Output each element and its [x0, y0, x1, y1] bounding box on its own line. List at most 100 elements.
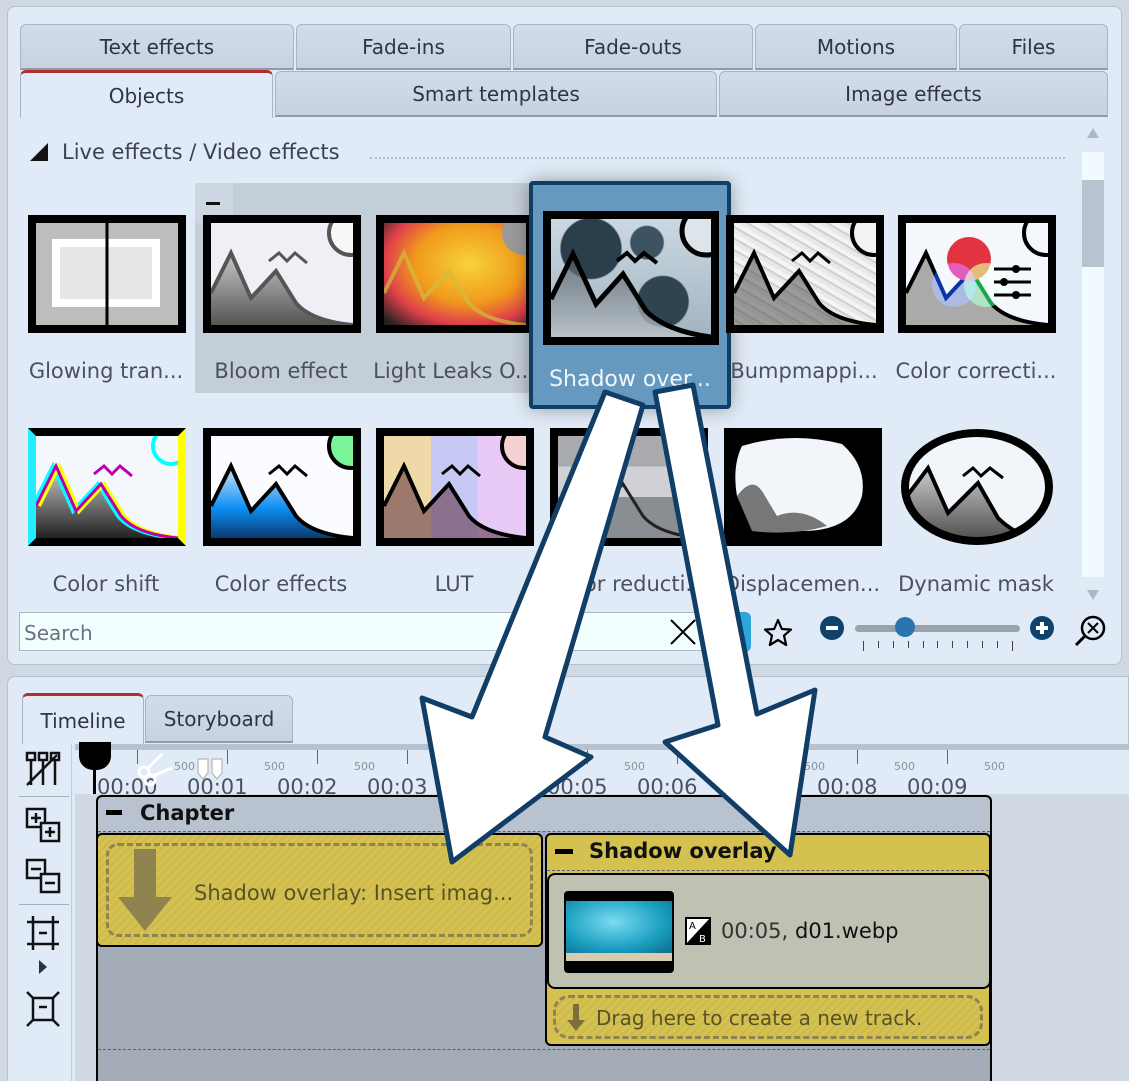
zoom-in-icon[interactable]	[1030, 616, 1054, 640]
tab-files[interactable]: Files	[959, 24, 1108, 70]
drop-down-arrow-icon	[567, 1004, 585, 1031]
ruler-tick	[857, 750, 858, 764]
effect-color-effects[interactable]: Color effects	[195, 396, 367, 596]
effect-shadow-overlay[interactable]: Shadow over...	[529, 181, 731, 409]
scroll-down-arrow[interactable]	[1087, 590, 1099, 600]
overlay-collapse-icon[interactable]	[555, 849, 573, 854]
effect-displacement[interactable]: Displacemen...	[716, 396, 888, 596]
collapse-triangle-icon[interactable]	[30, 143, 48, 161]
tab-timeline[interactable]: Timeline	[22, 693, 144, 745]
clear-search-icon[interactable]	[668, 617, 698, 647]
color-reduction-icon	[550, 428, 708, 546]
ruler-half-label: 500	[264, 760, 285, 773]
effect-dynamic-mask[interactable]: Dynamic mask	[890, 396, 1062, 596]
clip-filename: d01.webp	[795, 919, 899, 943]
fit-track-height-icon[interactable]	[24, 990, 62, 1028]
overlay-header[interactable]: Shadow overlay	[547, 835, 989, 871]
ruler-tick	[407, 750, 408, 764]
ruler-tick	[947, 750, 948, 764]
tab-fade-outs[interactable]: Fade-outs	[513, 24, 753, 70]
ruler-tick	[497, 750, 498, 764]
chapter-title: Chapter	[140, 801, 235, 825]
effect-color-shift[interactable]: Color shift	[20, 396, 192, 596]
placeholder-clip[interactable]: Shadow overlay: Insert imag...	[96, 833, 543, 947]
tab-image-effects[interactable]: Image effects	[719, 71, 1108, 117]
ruler-half-label: 500	[354, 760, 375, 773]
scrollbar-thumb[interactable]	[1082, 180, 1104, 267]
section-header[interactable]: Live effects / Video effects	[30, 140, 340, 164]
color-correction-icon	[898, 215, 1056, 333]
tab-objects[interactable]: Objects	[20, 70, 273, 118]
effect-color-correction[interactable]: Color correcti...	[890, 183, 1062, 383]
tab-storyboard[interactable]: Storyboard	[145, 695, 293, 743]
filter-toggle-button[interactable]	[703, 612, 751, 652]
ruler-half-label: 500	[804, 760, 825, 773]
marker-icon[interactable]	[196, 757, 228, 781]
tab-motions[interactable]: Motions	[755, 24, 957, 70]
bloom-effect-icon	[203, 215, 361, 333]
displacement-icon	[724, 428, 882, 546]
split-tracks-icon[interactable]	[24, 750, 62, 788]
chapter-collapse-icon[interactable]	[106, 810, 122, 815]
slider-handle[interactable]	[894, 617, 915, 637]
search-field[interactable]	[19, 612, 703, 651]
placeholder-text: Shadow overlay: Insert imag...	[194, 881, 514, 905]
expand-all-icon[interactable]	[24, 806, 62, 844]
tab-text-effects[interactable]: Text effects	[20, 24, 294, 70]
ruler-tick	[317, 750, 318, 764]
zoom-out-icon[interactable]	[820, 616, 844, 640]
tab-label: Text effects	[99, 34, 215, 59]
time-ruler[interactable]: 500 00:00 500 00:01 500 00:02 500 00:03 500 00:04…	[75, 744, 1129, 799]
effect-label: Bloom effect	[214, 359, 348, 383]
ruler-half-label: 500	[534, 760, 555, 773]
tab-fade-ins[interactable]: Fade-ins	[296, 24, 511, 70]
effect-label: Displacemen...	[723, 572, 881, 596]
tab-smart-templates[interactable]: Smart templates	[275, 71, 717, 117]
tab-label: Image effects	[845, 81, 982, 106]
effect-light-leaks[interactable]: Light Leaks O...	[368, 183, 540, 383]
tab-label: Motions	[816, 34, 896, 59]
shadow-overlay-group[interactable]: Shadow overlay AB 00:05, d01.webp Drag h…	[545, 833, 991, 1046]
slider-ticks	[863, 641, 1013, 651]
effect-bloom[interactable]: Bloom effect	[195, 183, 367, 383]
collapse-all-icon[interactable]	[24, 857, 62, 895]
effect-bumpmapping[interactable]: Bumpmappi...	[718, 183, 890, 383]
section-divider	[370, 157, 1065, 159]
effect-glowing-transition[interactable]: Glowing tran...	[20, 183, 192, 383]
clip-thumbnail	[564, 891, 674, 973]
tab-label: Files	[1011, 34, 1056, 59]
effect-label: Color effects	[214, 572, 348, 596]
bumpmapping-icon	[726, 215, 884, 333]
media-clip[interactable]: AB 00:05, d01.webp	[547, 873, 991, 989]
effect-lut[interactable]: LUT	[368, 396, 540, 596]
ruler-half-label: 500	[624, 760, 645, 773]
ruler-tick	[677, 750, 678, 764]
timeline-toolbar	[22, 744, 72, 1081]
chapter-header[interactable]: Chapter	[98, 797, 990, 832]
insert-down-arrow-icon	[118, 849, 172, 931]
dynamic-mask-icon	[898, 428, 1056, 546]
effect-label: LUT	[434, 572, 474, 596]
playhead-handle[interactable]	[79, 742, 111, 770]
new-track-drop-zone[interactable]: Drag here to create a new track.	[553, 995, 983, 1039]
ruler-half-label: 500	[444, 760, 465, 773]
effect-label: Glowing tran...	[28, 359, 184, 383]
transition-ab-icon[interactable]: AB	[685, 917, 711, 945]
lut-icon	[376, 428, 534, 546]
clip-duration: 00:05,	[721, 919, 789, 943]
toolbar-divider	[19, 796, 69, 797]
expand-menu-arrow-icon[interactable]	[39, 960, 47, 974]
effect-label: Light Leaks O...	[373, 359, 535, 383]
color-shift-icon	[28, 428, 186, 546]
effect-label: Shadow over...	[549, 367, 711, 392]
scissors-icon[interactable]	[134, 752, 174, 786]
shrink-track-height-icon[interactable]	[24, 914, 62, 952]
zoom-fit-icon[interactable]	[1073, 614, 1107, 648]
thumbnail-size-slider[interactable]	[855, 625, 1020, 632]
overlay-title: Shadow overlay	[589, 839, 777, 863]
effect-color-reduction[interactable]: Color reducti...	[542, 396, 714, 596]
search-input[interactable]	[24, 621, 644, 645]
scroll-up-arrow[interactable]	[1087, 128, 1099, 138]
color-effects-icon	[203, 428, 361, 546]
favorite-star-icon[interactable]	[762, 617, 794, 649]
